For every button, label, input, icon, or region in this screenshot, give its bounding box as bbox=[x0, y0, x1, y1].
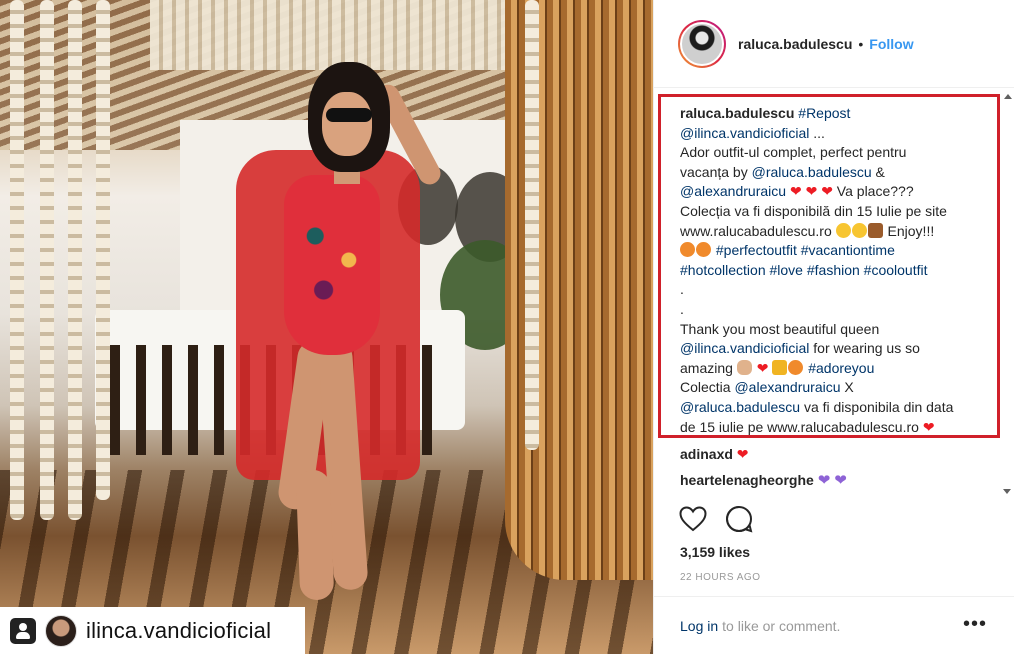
repost-username: ilinca.vandicioficial bbox=[86, 617, 272, 643]
post-header: raluca.badulescu • Follow bbox=[654, 0, 1014, 88]
follow-button[interactable]: Follow bbox=[869, 36, 913, 52]
post-footer: Log in to like or comment. ••• bbox=[654, 596, 1014, 654]
post-actions bbox=[678, 504, 754, 534]
comment-username[interactable]: adinaxd bbox=[680, 446, 733, 462]
comment-item: adinaxd ❤ bbox=[680, 441, 847, 467]
caption-text: vacanța by bbox=[680, 163, 752, 180]
likes-count[interactable]: 3,159 likes bbox=[680, 544, 750, 560]
rope bbox=[10, 0, 24, 520]
caption-text: Enjoy!!! bbox=[883, 222, 935, 239]
post-side-panel: raluca.badulescu • Follow raluca.badules… bbox=[653, 0, 1014, 654]
scroll-up-arrow[interactable] bbox=[1003, 94, 1012, 99]
repost-user-icon bbox=[10, 617, 36, 644]
rope bbox=[96, 0, 110, 500]
heart-emoji: ❤ bbox=[821, 183, 833, 200]
caption-highlight: raluca.badulescu #Repost @ilinca.vandici… bbox=[658, 94, 1000, 438]
caption-text: va fi disponibila din data bbox=[800, 398, 954, 415]
mention-link[interactable]: @raluca.badulescu bbox=[752, 164, 872, 180]
purple-heart-emoji: ❤ bbox=[817, 472, 831, 489]
caption-text: Colecția va fi disponibilă din 15 Iulie … bbox=[680, 202, 947, 219]
rope bbox=[68, 0, 82, 520]
mention-link[interactable]: @alexandruraicu bbox=[734, 379, 840, 395]
hashtag-link[interactable]: #perfectoutfit #vacantiontime bbox=[716, 242, 895, 258]
caption-text: Colectia bbox=[680, 379, 735, 396]
heart-emoji: ❤ bbox=[756, 359, 769, 376]
post-photo[interactable]: ilinca.vandicioficial bbox=[0, 0, 653, 654]
face bbox=[322, 92, 372, 156]
heart-emoji: ❤ bbox=[789, 183, 802, 200]
caption-text: Ador outfit-ul complet, perfect pentru bbox=[680, 144, 907, 161]
rope bbox=[525, 0, 539, 450]
heart-emoji: ❤ bbox=[805, 183, 818, 200]
mention-link[interactable]: @ilinca.vandicioficial bbox=[680, 125, 809, 141]
login-prompt-text: to like or comment. bbox=[722, 617, 841, 634]
caption-text: Thank you most beautiful queen bbox=[680, 320, 880, 337]
more-options-icon[interactable]: ••• bbox=[963, 613, 987, 636]
comment-item: heartelenagheorghe ❤ ❤ bbox=[680, 467, 847, 493]
scroll-down-arrow[interactable] bbox=[1003, 489, 1011, 494]
dancer-emoji bbox=[788, 359, 804, 375]
hashtag-link[interactable]: #adoreyou bbox=[808, 360, 874, 376]
caption-text: amazing bbox=[680, 359, 737, 376]
separator-dot: • bbox=[858, 35, 864, 52]
mention-link[interactable]: @alexandruraicu bbox=[680, 183, 786, 199]
swimsuit-pattern bbox=[290, 200, 374, 320]
author-avatar[interactable] bbox=[678, 19, 726, 68]
comments-scrollbar[interactable] bbox=[1003, 94, 1012, 494]
mention-link[interactable]: @raluca.badulescu bbox=[680, 399, 800, 415]
caption-text: de 15 iulie pe www.ralucabadulescu.ro bbox=[680, 418, 919, 435]
kiss-emoji bbox=[680, 242, 695, 258]
crown-emoji bbox=[772, 359, 788, 375]
caption-text: . bbox=[680, 300, 684, 317]
caption-text: for wearing us so bbox=[809, 340, 920, 357]
caption-text: . bbox=[680, 281, 684, 298]
hashtag-link[interactable]: #hotcollection #love #fashion #cooloutfi… bbox=[680, 262, 928, 278]
grinning-emoji bbox=[835, 222, 851, 238]
heart-emoji: ❤ bbox=[736, 446, 749, 462]
heart-emoji: ❤ bbox=[922, 418, 935, 435]
comments-list: adinaxd ❤ heartelenagheorghe ❤ ❤ bbox=[680, 441, 847, 493]
sunglasses bbox=[326, 108, 372, 122]
caption-author[interactable]: raluca.badulescu bbox=[680, 105, 794, 121]
caption-text: Va place??? bbox=[832, 183, 914, 200]
caption-text: X bbox=[840, 379, 854, 396]
comment-bubble-icon[interactable] bbox=[724, 504, 754, 534]
repost-badge: ilinca.vandicioficial bbox=[0, 607, 305, 654]
comment-username[interactable]: heartelenagheorghe bbox=[680, 472, 814, 488]
repost-avatar bbox=[45, 614, 77, 647]
mention-link[interactable]: @ilinca.vandicioficial bbox=[680, 340, 809, 356]
caption-text: & bbox=[871, 163, 885, 180]
login-link[interactable]: Log in bbox=[680, 618, 718, 634]
purple-heart-emoji: ❤ bbox=[834, 472, 847, 489]
hashtag-link[interactable]: #Repost bbox=[798, 105, 850, 121]
pray-emoji bbox=[736, 359, 752, 375]
grinning-emoji bbox=[851, 222, 867, 238]
kiss-emoji bbox=[696, 242, 711, 258]
caption-text: www.ralucabadulescu.ro bbox=[680, 222, 832, 239]
caption-text: ... bbox=[809, 124, 825, 141]
author-username[interactable]: raluca.badulescu bbox=[738, 36, 852, 52]
leg bbox=[295, 469, 335, 601]
post-timestamp[interactable]: 22 HOURS AGO bbox=[680, 572, 760, 583]
rope bbox=[40, 0, 54, 520]
like-heart-icon[interactable] bbox=[678, 504, 708, 534]
dancers-emoji bbox=[867, 222, 883, 238]
